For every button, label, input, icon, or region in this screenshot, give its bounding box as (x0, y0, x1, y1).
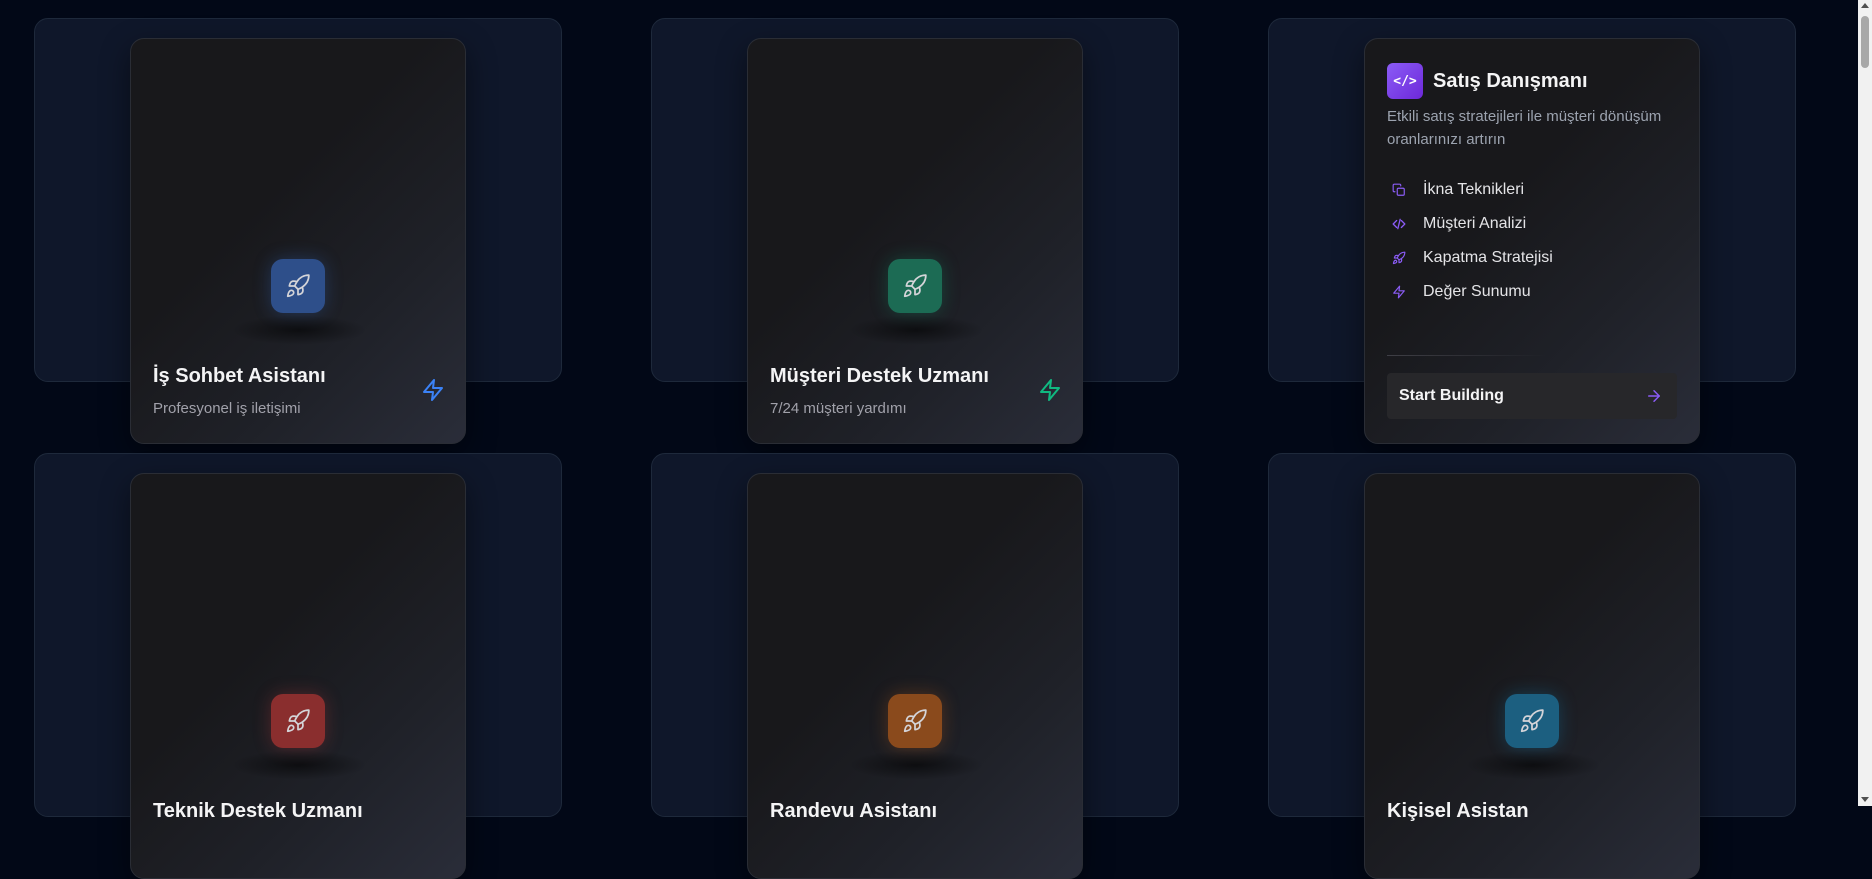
feature-item: İkna Teknikleri (1387, 173, 1553, 207)
icon-shadow (1465, 750, 1601, 780)
icon-shadow (231, 315, 367, 345)
feature-label: Kapatma Stratejisi (1423, 249, 1553, 266)
start-building-label: Start Building (1399, 387, 1504, 404)
page-scrollbar[interactable] (1858, 0, 1872, 806)
rocket-icon (271, 694, 325, 748)
icon-shadow (848, 315, 984, 345)
bolt-icon (423, 379, 443, 401)
feature-item: Değer Sunumu (1387, 275, 1553, 309)
agent-card-randevu[interactable]: Randevu Asistanı (747, 473, 1083, 879)
agent-card-is-sohbet[interactable]: İş Sohbet Asistanı Profesyonel iş iletiş… (130, 38, 466, 444)
icon-shadow (848, 750, 984, 780)
bolt-icon (1391, 284, 1407, 300)
card-title: Randevu Asistanı (770, 800, 938, 822)
scroll-down-arrow[interactable] (1861, 797, 1869, 802)
agent-card-satis-danismani[interactable]: </> Satış Danışmanı Etkili satış stratej… (1364, 38, 1700, 444)
code-icon (1391, 216, 1407, 232)
arrow-right-icon (1648, 390, 1660, 402)
agent-card-kisisel[interactable]: Kişisel Asistan (1364, 473, 1700, 879)
card-title: İş Sohbet Asistanı (153, 365, 326, 387)
scroll-thumb[interactable] (1861, 16, 1869, 68)
card-subtitle: 7/24 müşteri yardımı (770, 400, 907, 417)
rocket-icon (888, 259, 942, 313)
feature-item: Kapatma Stratejisi (1387, 241, 1553, 275)
card-header: </> Satış Danışmanı (1387, 63, 1588, 99)
agent-card-grid: İş Sohbet Asistanı Profesyonel iş iletiş… (0, 0, 1872, 879)
copy-icon (1391, 182, 1407, 198)
start-building-button[interactable]: Start Building (1387, 373, 1677, 419)
rocket-icon (271, 259, 325, 313)
rocket-icon (888, 694, 942, 748)
feature-label: İkna Teknikleri (1423, 181, 1525, 198)
code-icon: </> (1387, 63, 1423, 99)
rocket-icon (1505, 694, 1559, 748)
feature-list: İkna Teknikleri Müşteri Analizi Kapatma … (1387, 173, 1553, 309)
card-title: Kişisel Asistan (1387, 800, 1529, 822)
icon-shadow (231, 750, 367, 780)
scroll-up-arrow[interactable] (1861, 3, 1869, 8)
card-subtitle: Profesyonel iş iletişimi (153, 400, 301, 417)
agent-card-teknik-destek[interactable]: Teknik Destek Uzmanı (130, 473, 466, 879)
divider (1387, 355, 1547, 356)
rocket-icon (1391, 250, 1407, 266)
agent-card-musteri-destek[interactable]: Müşteri Destek Uzmanı 7/24 müşteri yardı… (747, 38, 1083, 444)
bolt-icon (1040, 379, 1060, 401)
card-description: Etkili satış stratejileri ile müşteri dö… (1387, 108, 1662, 148)
card-title: Satış Danışmanı (1433, 69, 1588, 92)
card-title: Müşteri Destek Uzmanı (770, 365, 989, 387)
feature-label: Değer Sunumu (1423, 283, 1531, 300)
feature-label: Müşteri Analizi (1423, 215, 1527, 232)
feature-item: Müşteri Analizi (1387, 207, 1553, 241)
card-title: Teknik Destek Uzmanı (153, 800, 363, 822)
